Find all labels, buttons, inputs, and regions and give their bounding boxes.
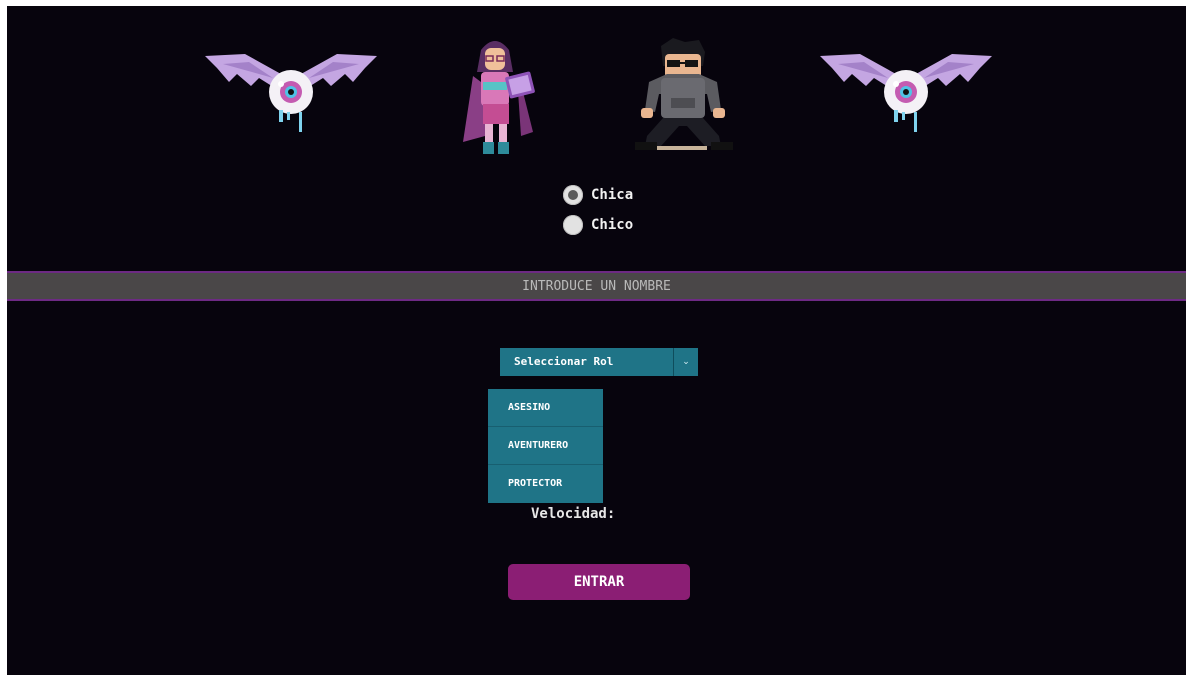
radio-chico-dot[interactable] (563, 215, 583, 235)
winged-eyeball-icon (205, 54, 377, 132)
speed-label: Velocidad: (531, 506, 616, 522)
role-option-protector[interactable]: PROTECTOR (488, 465, 603, 503)
radio-chica-label: Chica (591, 187, 634, 203)
role-select[interactable]: Seleccionar Rol ⌄ (500, 348, 698, 376)
boy-hoodie-sprite (635, 38, 733, 150)
character-creation-screen: Chica Chico Seleccionar Rol ⌄ ASESINO AV… (7, 6, 1186, 675)
winged-eyeball-icon (820, 54, 992, 132)
radio-chica-dot[interactable] (563, 185, 583, 205)
radio-chico[interactable]: Chico (563, 213, 633, 237)
role-dropdown-menu: ASESINO AVENTURERO PROTECTOR (488, 389, 603, 503)
role-option-asesino[interactable]: ASESINO (488, 389, 603, 427)
radio-chico-label: Chico (591, 217, 634, 233)
name-input[interactable] (7, 271, 1186, 301)
chevron-down-icon[interactable]: ⌄ (673, 348, 698, 376)
role-select-value: Seleccionar Rol (514, 355, 614, 368)
role-option-aventurero[interactable]: AVENTURERO (488, 427, 603, 465)
radio-chica[interactable]: Chica (563, 183, 633, 207)
girl-mage-sprite (463, 41, 535, 154)
enter-button[interactable]: ENTRAR (508, 564, 690, 600)
